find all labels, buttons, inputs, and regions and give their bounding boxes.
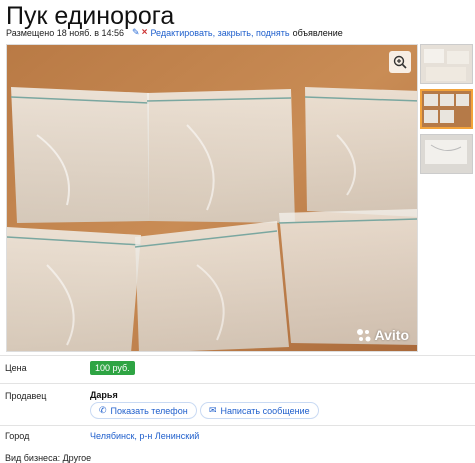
page-title: Пук единорога — [6, 2, 175, 30]
avito-logo-icon — [356, 329, 371, 342]
show-phone-button[interactable]: ✆ Показать телефон — [90, 402, 197, 419]
thumbnail-strip — [420, 44, 473, 179]
pencil-icon[interactable]: ✎ — [132, 27, 140, 38]
photo-image — [7, 45, 417, 351]
avito-watermark: Avito — [356, 327, 409, 343]
city-label: Город — [5, 431, 30, 441]
main-photo[interactable]: Avito — [6, 44, 418, 352]
thumbnail-3[interactable] — [420, 134, 473, 174]
zoom-in-icon[interactable] — [389, 51, 411, 73]
phone-icon: ✆ — [99, 405, 107, 415]
price-row: Цена 100 руб. — [0, 355, 475, 379]
business-row: Вид бизнеса: Другое — [0, 449, 475, 463]
write-message-button[interactable]: ✉ Написать сообщение — [200, 402, 319, 419]
edit-close-raise-links[interactable]: Редактировать, закрыть, поднять — [150, 28, 289, 38]
seller-label: Продавец — [5, 391, 47, 401]
message-icon: ✉ — [209, 405, 217, 415]
post-meta: Размещено 18 нояб. в 14:56 ✎ × Редактиро… — [6, 27, 343, 38]
close-icon[interactable]: × — [142, 27, 148, 38]
seller-name: Дарья — [90, 390, 118, 400]
seller-row: Продавец Дарья ✆ Показать телефон ✉ Напи… — [0, 383, 475, 423]
city-row: Город Челябинск, р-н Ленинский — [0, 425, 475, 449]
posted-date: Размещено 18 нояб. в 14:56 — [6, 27, 125, 38]
thumbnail-2[interactable] — [420, 89, 473, 129]
thumbnail-1[interactable] — [420, 44, 473, 84]
price-value: 100 руб. — [90, 361, 135, 375]
meta-suffix: объявление — [292, 27, 343, 38]
price-label: Цена — [5, 363, 27, 373]
business-type: Вид бизнеса: Другое — [5, 453, 92, 463]
city-link[interactable]: Челябинск, р-н Ленинский — [90, 431, 199, 441]
